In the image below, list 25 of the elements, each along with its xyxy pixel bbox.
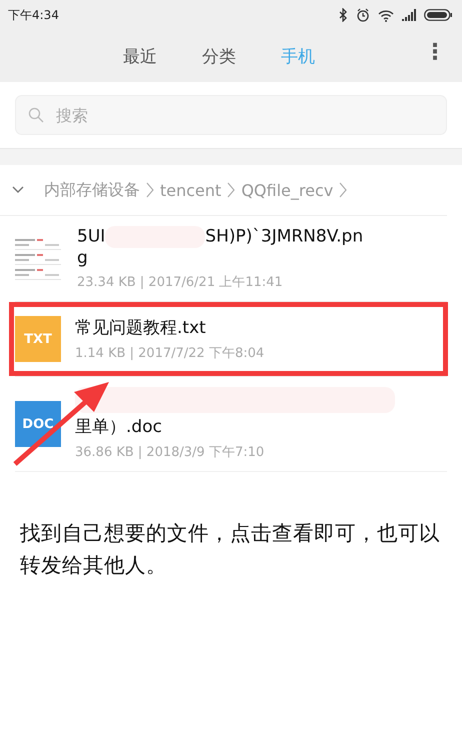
file-details: 36.86 KB | 2018/3/9 下午7:10 bbox=[75, 444, 266, 461]
doc-file-icon: DOC bbox=[15, 401, 61, 447]
battery-icon bbox=[424, 9, 452, 21]
file-details: 23.34 KB | 2017/6/21 上午11:41 bbox=[77, 274, 284, 291]
txt-file-icon: TXT bbox=[15, 316, 61, 362]
wifi-icon bbox=[378, 8, 394, 22]
file-name[interactable]: 里单）.doc bbox=[75, 417, 162, 437]
bluetooth-icon bbox=[338, 8, 348, 22]
chevron-down-icon bbox=[12, 186, 24, 194]
chevron-right-icon bbox=[227, 182, 236, 198]
chevron-right-icon bbox=[146, 182, 154, 198]
alarm-clock-icon bbox=[356, 8, 370, 22]
file-details: 1.14 KB | 2017/7/22 下午8:04 bbox=[75, 345, 266, 362]
search-field[interactable]: 搜索 bbox=[15, 95, 447, 135]
chevron-right-icon bbox=[339, 182, 348, 198]
signal-icon bbox=[402, 9, 416, 21]
tab[interactable]: 最近 bbox=[123, 44, 157, 68]
menu-button[interactable]: ⋮ bbox=[424, 40, 446, 65]
file-name[interactable]: 5UI bbox=[77, 226, 106, 247]
status-time: 下午4:34 bbox=[8, 6, 59, 24]
file-name[interactable]: g bbox=[77, 248, 447, 268]
file-name[interactable]: SH)P)`3JMRN8V.pn bbox=[205, 226, 364, 247]
caption-text: 找到自己想要的文件，点击查看即可，也可以转发给其他人。 bbox=[20, 520, 441, 579]
tab[interactable]: 分类 bbox=[202, 44, 236, 68]
file-name[interactable]: 常见问题教程.txt bbox=[75, 318, 206, 338]
